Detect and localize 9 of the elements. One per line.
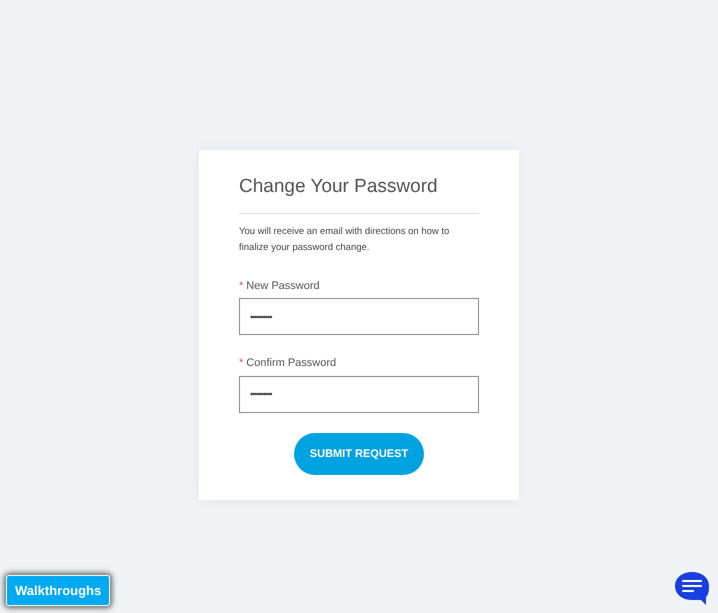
field-label: New Password xyxy=(246,278,320,294)
form-title: Change Your Password xyxy=(239,176,439,199)
password-field[interactable]: •••••••••• xyxy=(239,298,479,336)
required-mark: * xyxy=(239,356,244,372)
password-field[interactable]: •••••••••• xyxy=(239,376,479,413)
required-mark: * xyxy=(239,278,244,294)
chat-icon[interactable] xyxy=(674,571,710,605)
description-text: You will receive an email with directions on how to finalize your password change. xyxy=(239,224,450,255)
field-label: Confirm Password xyxy=(246,356,336,372)
